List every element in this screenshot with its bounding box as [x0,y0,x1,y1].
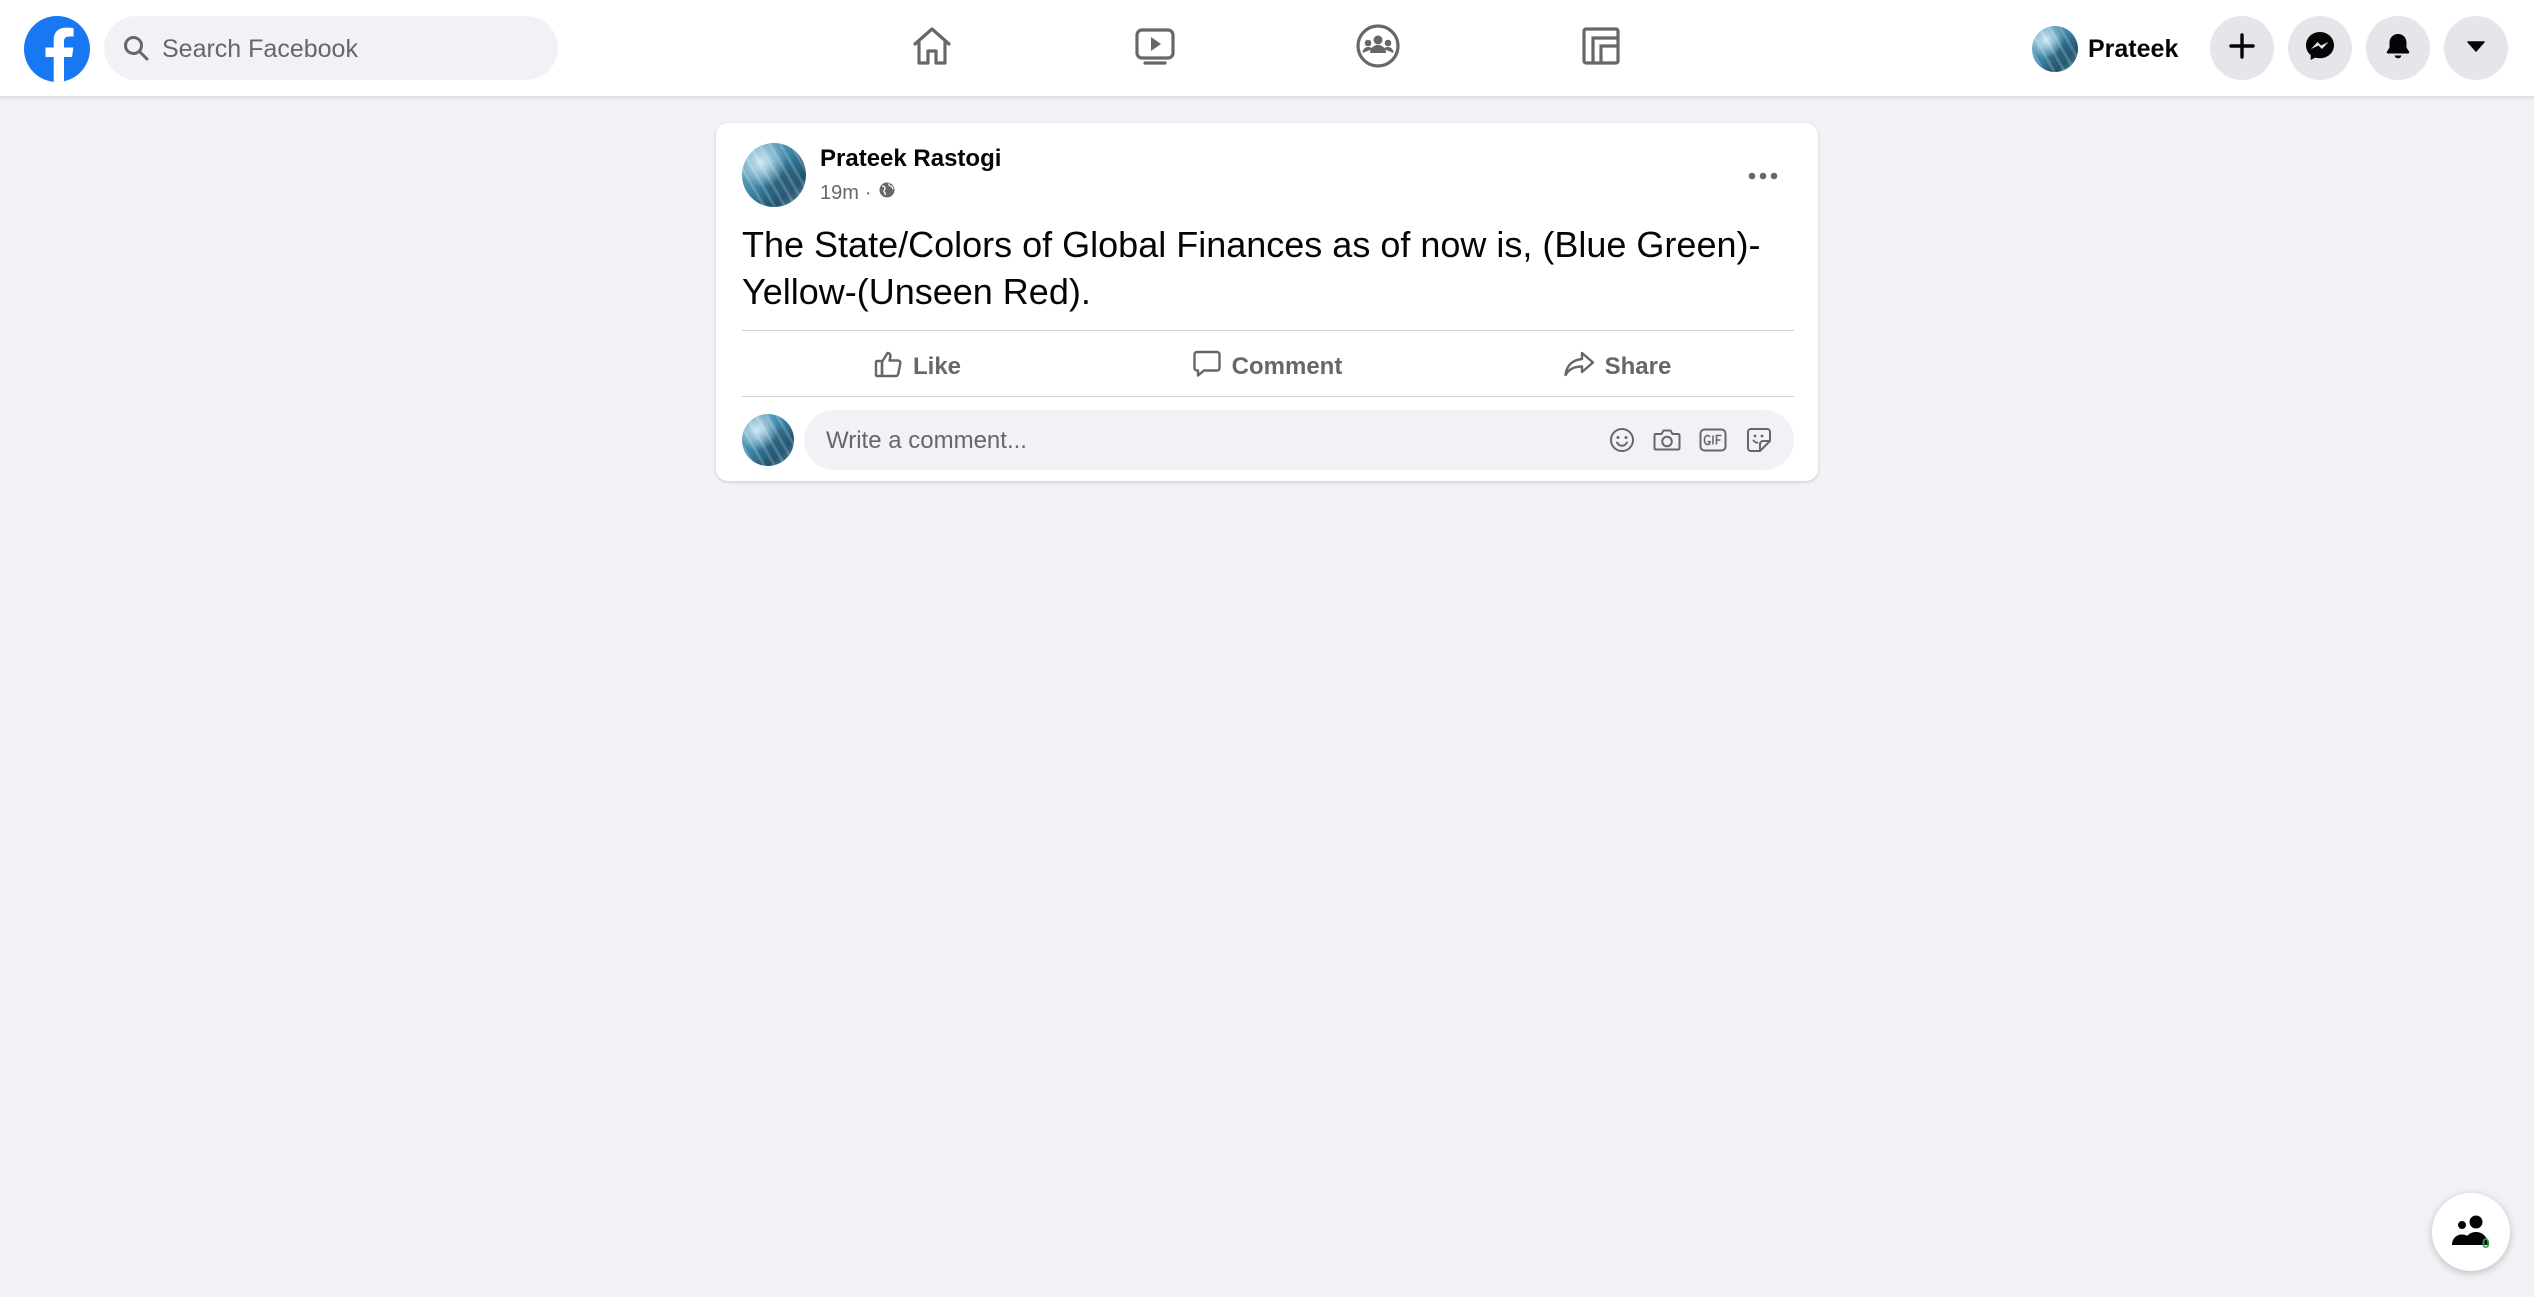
share-button[interactable]: Share [1442,343,1792,391]
facebook-logo-icon[interactable] [24,16,90,82]
divider [742,330,1794,331]
nav-watch[interactable] [1055,0,1255,96]
post-meta: 19m · [820,181,896,205]
home-icon [910,24,954,73]
post-author-avatar[interactable] [742,143,806,207]
nav-home[interactable] [832,0,1032,96]
avatar [2032,26,2078,72]
create-button[interactable] [2210,16,2274,80]
globe-icon [878,181,896,205]
contacts-button[interactable]: 0 [2432,1193,2510,1271]
account-menu-button[interactable] [2444,16,2508,80]
post-text: The State/Colors of Global Finances as o… [742,224,1761,312]
contacts-count: 0 [2482,1235,2490,1251]
meta-separator: · [864,181,872,204]
notifications-bell-icon [2383,31,2413,66]
more-horizontal-icon [1748,167,1778,185]
divider [742,396,1794,397]
messenger-icon [2304,30,2336,67]
profile-name: Prateek [2088,34,2179,63]
post-options-button[interactable] [1738,151,1788,201]
account-caret-icon [2464,34,2488,63]
comment-label: Comment [1231,353,1343,380]
share-label: Share [1604,353,1672,380]
post-card: Prateek Rastogi 19m · The State/Colors o… [716,123,1818,481]
camera-icon[interactable] [1653,426,1681,454]
top-navigation-bar: Prateek [0,0,2534,96]
nav-gaming[interactable] [1501,0,1701,96]
post-timestamp[interactable]: 19m [820,182,859,205]
comment-button[interactable]: Comment [1092,343,1442,391]
like-thumb-icon [873,349,913,386]
commenter-avatar[interactable] [742,414,794,466]
post-author-name[interactable]: Prateek Rastogi [820,145,1001,173]
profile-shortcut[interactable]: Prateek [2032,22,2178,76]
share-arrow-icon [1563,349,1605,386]
like-button[interactable]: Like [742,343,1092,391]
notifications-button[interactable] [2366,16,2430,80]
search-bar[interactable] [104,16,558,82]
groups-icon [1355,23,1401,74]
messenger-button[interactable] [2288,16,2352,80]
plus-icon [2227,31,2257,66]
comment-composer[interactable] [804,410,1794,472]
gaming-icon [1580,25,1622,72]
search-input[interactable] [160,16,544,82]
emoji-icon[interactable] [1608,426,1636,454]
gif-icon[interactable] [1699,426,1727,454]
nav-groups[interactable] [1278,0,1478,96]
watch-icon [1133,24,1177,73]
like-label: Like [912,353,962,380]
search-icon [122,34,150,67]
comment-bubble-icon [1192,349,1232,386]
sticker-icon[interactable] [1745,426,1773,454]
comment-input[interactable] [824,410,1588,472]
